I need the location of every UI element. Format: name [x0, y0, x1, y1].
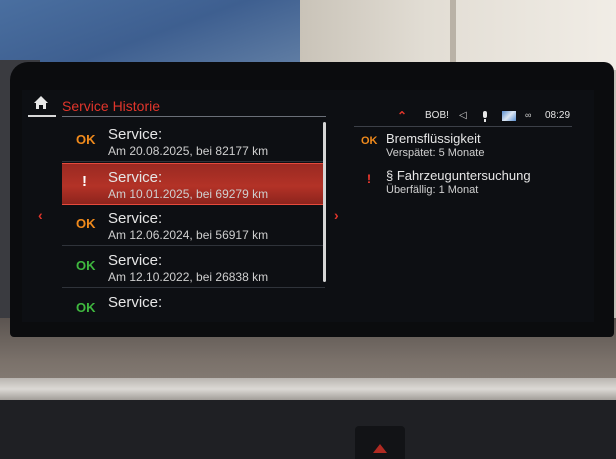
- detail-subtitle: Verspätet: 5 Monate: [386, 147, 485, 159]
- row-detail: Am 12.10.2022, bei 26838 km: [108, 270, 269, 284]
- home-tab-indicator: [28, 115, 56, 117]
- row-title: Service:: [108, 294, 163, 311]
- radio-station: BOB!: [425, 110, 449, 121]
- status-warning: !: [367, 172, 371, 186]
- chevron-right-icon[interactable]: ›: [334, 207, 339, 223]
- connected-drive-icon: ∞: [525, 110, 532, 120]
- clock: 08:29: [545, 110, 571, 121]
- detail-subtitle: Überfällig: 1 Monat: [386, 184, 479, 196]
- status-divider: [354, 126, 572, 127]
- status-ok: OK: [76, 216, 96, 231]
- home-icon[interactable]: [34, 96, 48, 110]
- service-row[interactable]: OK Service: Am 20.08.2025, bei 82177 km: [62, 121, 325, 162]
- dashboard-chrome-strip: [0, 378, 616, 400]
- service-row[interactable]: OK Service: Am 12.06.2024, bei 56917 km: [62, 205, 325, 246]
- page-title: Service Historie: [62, 98, 161, 114]
- detail-item: ! § Fahrzeuguntersuchung Überfällig: 1 M…: [356, 168, 576, 202]
- hazard-button[interactable]: [355, 426, 405, 459]
- detail-title: Bremsflüssigkeit: [386, 131, 481, 146]
- row-detail: Am 20.08.2025, bei 82177 km: [108, 144, 269, 158]
- status-ok: OK: [76, 132, 96, 147]
- chevron-up-icon[interactable]: ⌃: [397, 109, 407, 123]
- service-row[interactable]: OK Service:: [62, 289, 325, 318]
- service-row-selected[interactable]: ! Service: Am 10.01.2025, bei 69279 km: [62, 163, 325, 205]
- status-ok: OK: [361, 135, 378, 147]
- row-title: Service:: [108, 210, 163, 227]
- map-icon: [502, 111, 516, 121]
- speaker-icon: ◁: [459, 110, 467, 121]
- detail-title: § Fahrzeuguntersuchung: [386, 168, 531, 183]
- detail-item: OK Bremsflüssigkeit Verspätet: 5 Monate: [356, 131, 576, 165]
- service-row[interactable]: OK Service: Am 12.10.2022, bei 26838 km: [62, 247, 325, 288]
- status-ok: OK: [76, 258, 96, 273]
- row-title: Service:: [108, 126, 163, 143]
- status-ok: OK: [76, 300, 96, 315]
- microphone-icon: [483, 111, 487, 122]
- status-warning: !: [82, 173, 87, 190]
- row-detail: Am 12.06.2024, bei 56917 km: [108, 228, 269, 242]
- row-title: Service:: [108, 169, 163, 186]
- row-title: Service:: [108, 252, 163, 269]
- chevron-left-icon[interactable]: ‹: [38, 207, 43, 223]
- title-divider: [62, 116, 326, 117]
- list-scrollbar[interactable]: [323, 122, 326, 282]
- dashboard-lower: [0, 400, 616, 459]
- service-history-list: OK Service: Am 20.08.2025, bei 82177 km …: [62, 119, 325, 318]
- row-detail: Am 10.01.2025, bei 69279 km: [108, 187, 269, 201]
